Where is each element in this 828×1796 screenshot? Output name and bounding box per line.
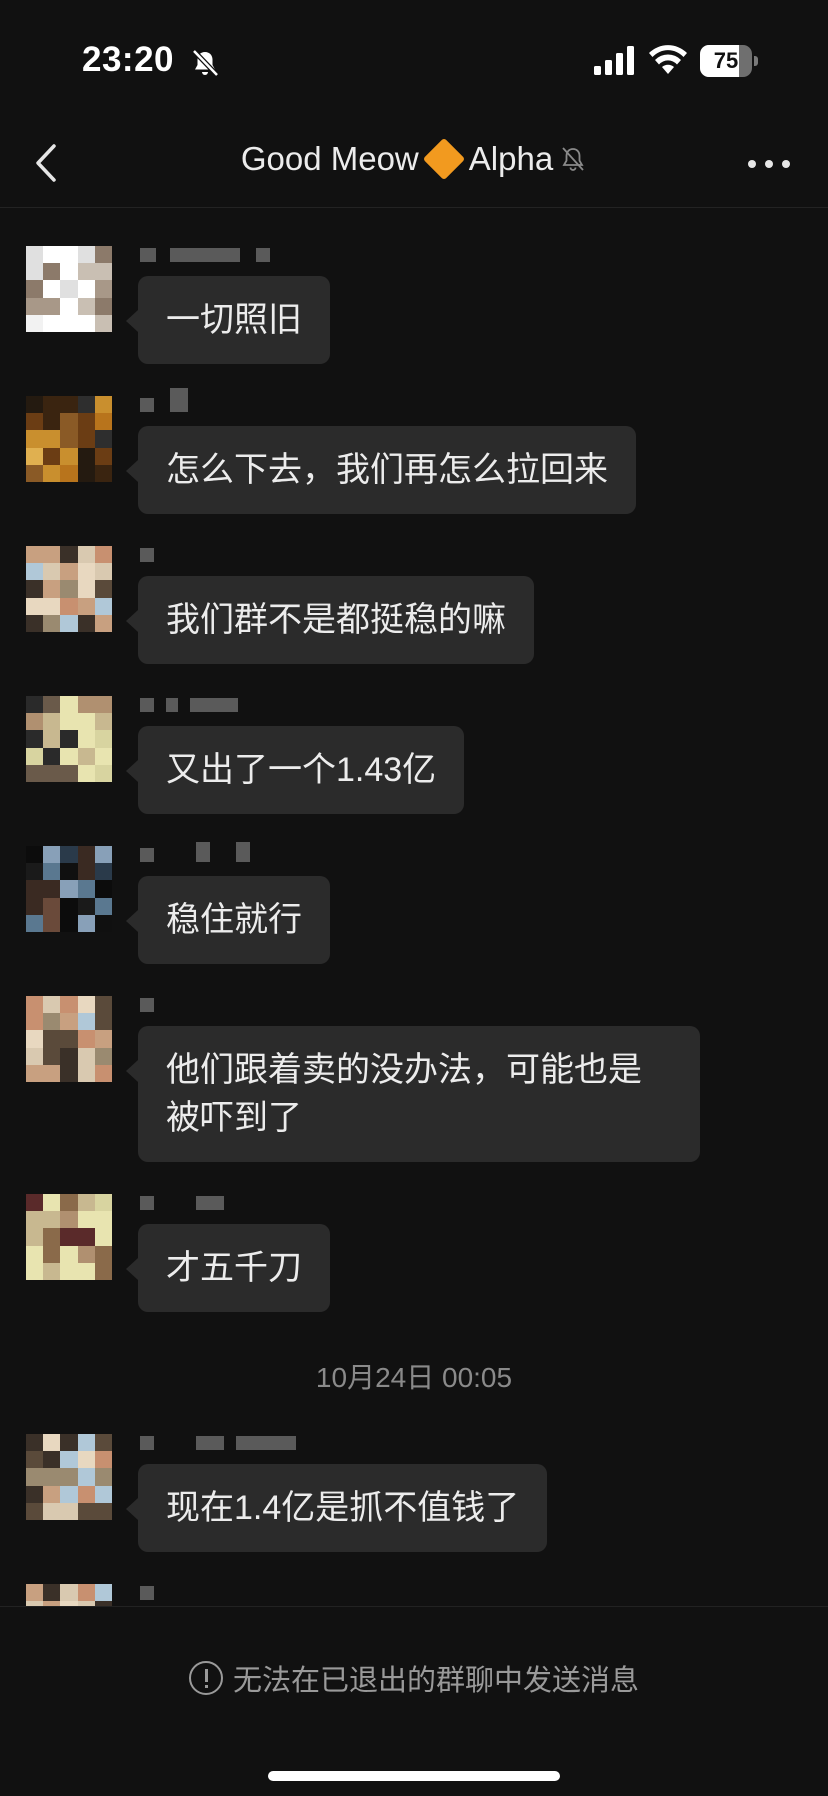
chat-screen: 23:20 75 Good Meow Alpha 一切照旧 怎么下去，我们再怎么… [0, 0, 828, 1796]
chat-title-right: Alpha [468, 140, 554, 177]
dot [748, 160, 756, 168]
message-bubble[interactable]: 又出了一个1.43亿 [125, 726, 465, 814]
sender-name-redacted [140, 1196, 300, 1210]
message-bubble[interactable]: 他们跟着卖的没办法，可能也是被吓到了 [126, 1026, 700, 1162]
sender-name-redacted [140, 548, 300, 562]
avatar[interactable] [26, 1194, 112, 1280]
message-bubble[interactable]: 稳住就行 [126, 876, 330, 964]
message-bubble[interactable]: 现在1.4亿是抓不值钱了 [125, 1464, 548, 1552]
time-divider: 10月24日 00:05 [315, 1362, 513, 1393]
sender-name-redacted [140, 388, 300, 412]
avatar[interactable] [26, 996, 112, 1082]
sender-name-redacted [140, 698, 300, 712]
wifi-icon [649, 45, 687, 74]
avatar[interactable] [26, 1434, 112, 1520]
message-bubble[interactable]: 才五千刀 [126, 1224, 330, 1312]
cellular-signal-icon [594, 46, 634, 75]
notice-text: 无法在已退出的群聊中发送消息 [232, 1665, 639, 1697]
left-group-notice: 无法在已退出的群聊中发送消息 [0, 1657, 828, 1699]
avatar[interactable] [26, 846, 112, 932]
input-area-disabled: 无法在已退出的群聊中发送消息 [0, 1606, 828, 1796]
avatar[interactable] [26, 246, 112, 332]
bell-slash-icon [192, 49, 219, 77]
sender-name-redacted [140, 998, 300, 1012]
sender-name-redacted [140, 842, 300, 862]
message-bubble[interactable]: 我们群不是都挺稳的嘛 [126, 576, 534, 664]
message-bubble[interactable]: 怎么下去，我们再怎么拉回来 [126, 426, 636, 514]
sender-name-redacted [140, 248, 300, 262]
sender-name-redacted [140, 1586, 300, 1600]
avatar[interactable] [26, 396, 112, 482]
chat-title-left: Good Meow [240, 140, 419, 177]
bell-slash-icon [562, 147, 584, 171]
battery-icon: 75 [700, 45, 758, 77]
avatar[interactable] [26, 1584, 112, 1606]
back-chevron-icon[interactable] [28, 138, 68, 188]
status-time: 23:20 [82, 40, 175, 79]
battery-level: 75 [713, 48, 739, 73]
avatar[interactable] [26, 546, 112, 632]
avatar[interactable] [26, 696, 112, 782]
chat-title: Good Meow Alpha [120, 137, 708, 181]
orange-diamond-icon [422, 137, 465, 181]
home-indicator[interactable] [268, 1771, 560, 1781]
message-item-partial [0, 1584, 828, 1606]
dot [782, 160, 790, 168]
status-bar: 23:20 75 [0, 0, 828, 120]
chat-header: Good Meow Alpha [0, 120, 828, 208]
message-bubble[interactable]: 一切照旧 [126, 276, 330, 364]
sender-name-redacted [140, 1436, 300, 1450]
exclamation-circle-icon [188, 1661, 223, 1695]
more-options-button[interactable] [748, 150, 790, 178]
dot [765, 160, 773, 168]
